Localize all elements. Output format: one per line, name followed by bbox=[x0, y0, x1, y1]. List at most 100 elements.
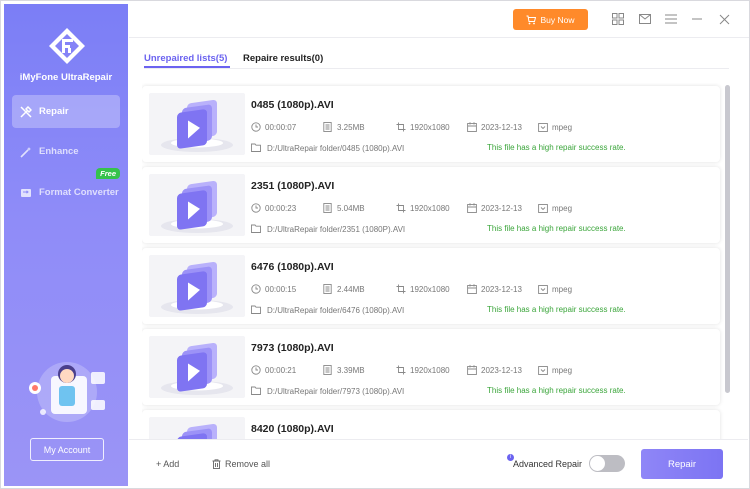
date-meta: 2023-12-13 bbox=[467, 203, 522, 213]
calendar-icon bbox=[467, 284, 477, 294]
calendar-icon bbox=[467, 122, 477, 132]
duration-meta: 00:00:23 bbox=[251, 203, 296, 213]
duration-value: 00:00:23 bbox=[265, 203, 297, 213]
my-account-button[interactable]: My Account bbox=[30, 438, 104, 461]
format-meta: mpeg bbox=[538, 122, 572, 132]
app-logo-icon bbox=[49, 28, 85, 64]
sidebar-item-label: Enhance bbox=[39, 146, 79, 157]
tab-repair-results[interactable]: Repaire results(0) bbox=[243, 53, 323, 64]
file-path: D:/UltraRepair folder/0485 (1080p).AVI bbox=[251, 143, 404, 153]
date-value: 2023-12-13 bbox=[481, 365, 522, 375]
file-name: 8420 (1080p).AVI bbox=[251, 423, 334, 435]
sidebar-item-label: Format Converter bbox=[39, 187, 119, 198]
repair-status: This file has a high repair success rate… bbox=[487, 386, 626, 395]
file-row[interactable]: 2351 (1080P).AVI 00:00:23 5.04MB 1920x1080 2… bbox=[142, 167, 720, 243]
file-path: D:/UltraRepair folder/7973 (1080p).AVI bbox=[251, 386, 404, 396]
size-meta: 3.25MB bbox=[323, 122, 365, 132]
format-value: mpeg bbox=[552, 365, 573, 375]
date-value: 2023-12-13 bbox=[481, 203, 522, 213]
sidebar-item-enhance[interactable]: Enhance bbox=[12, 135, 120, 168]
clock-icon bbox=[251, 122, 261, 132]
buy-now-label: Buy Now bbox=[540, 14, 575, 25]
magic-wand-icon bbox=[19, 145, 33, 159]
folder-icon bbox=[251, 224, 261, 234]
cart-icon bbox=[526, 15, 537, 25]
file-row[interactable]: 8420 (1080p).AVI bbox=[142, 410, 720, 439]
repair-status: This file has a high repair success rate… bbox=[487, 143, 626, 152]
path-value: D:/UltraRepair folder/6476 (1080p).AVI bbox=[267, 305, 405, 315]
sidebar-item-label: Repair bbox=[39, 106, 69, 117]
sidebar-item-repair[interactable]: Repair bbox=[12, 95, 120, 128]
format-icon bbox=[538, 203, 548, 213]
format-meta: mpeg bbox=[538, 203, 572, 213]
date-meta: 2023-12-13 bbox=[467, 365, 522, 375]
advanced-repair-label: Advanced Repair bbox=[513, 459, 583, 469]
converter-icon bbox=[19, 186, 33, 200]
add-label: + Add bbox=[156, 459, 180, 469]
remove-all-button[interactable]: Remove all bbox=[212, 459, 270, 469]
duration-value: 00:00:21 bbox=[265, 365, 297, 375]
repair-tools-icon bbox=[19, 105, 33, 119]
file-row[interactable]: 7973 (1080p).AVI 00:00:21 3.39MB 1920x1080 2… bbox=[142, 329, 720, 405]
resolution-meta: 1920x1080 bbox=[396, 365, 450, 375]
add-button[interactable]: + Add bbox=[156, 459, 179, 469]
calendar-icon bbox=[467, 365, 477, 375]
menu-icon[interactable] bbox=[664, 12, 678, 26]
video-thumbnail-icon bbox=[149, 93, 245, 155]
file-path: D:/UltraRepair folder/6476 (1080p).AVI bbox=[251, 305, 404, 315]
video-thumbnail-icon bbox=[149, 174, 245, 236]
folder-icon bbox=[251, 143, 261, 153]
format-icon bbox=[538, 284, 548, 294]
app-window: iMyFone UltraRepair Repair Enhance Forma… bbox=[0, 0, 750, 489]
resolution-icon bbox=[396, 365, 406, 375]
remove-all-label: Remove all bbox=[225, 459, 271, 469]
file-name: 7973 (1080p).AVI bbox=[251, 342, 334, 354]
resolution-value: 1920x1080 bbox=[410, 365, 450, 375]
repair-status: This file has a high repair success rate… bbox=[487, 305, 626, 314]
duration-meta: 00:00:21 bbox=[251, 365, 296, 375]
mail-icon[interactable] bbox=[638, 12, 652, 26]
advanced-repair-toggle[interactable] bbox=[589, 455, 625, 472]
file-name: 0485 (1080p).AVI bbox=[251, 99, 334, 111]
repair-button[interactable]: Repair bbox=[641, 449, 723, 479]
clock-icon bbox=[251, 365, 261, 375]
size-value: 3.39MB bbox=[337, 365, 365, 375]
path-value: D:/UltraRepair folder/7973 (1080p).AVI bbox=[267, 386, 405, 396]
clock-icon bbox=[251, 284, 261, 294]
file-size-icon bbox=[323, 365, 333, 375]
app-name: iMyFone UltraRepair bbox=[19, 72, 113, 83]
file-path: D:/UltraRepair folder/2351 (1080P).AVI bbox=[251, 224, 405, 234]
minimize-icon[interactable] bbox=[690, 12, 704, 26]
file-row[interactable]: 6476 (1080p).AVI 00:00:15 2.44MB 1920x1080 2… bbox=[142, 248, 720, 324]
active-tab-indicator bbox=[144, 66, 230, 68]
resolution-meta: 1920x1080 bbox=[396, 284, 450, 294]
calendar-icon bbox=[467, 203, 477, 213]
format-value: mpeg bbox=[552, 284, 573, 294]
tab-unrepaired-lists[interactable]: Unrepaired lists(5) bbox=[144, 53, 227, 64]
video-thumbnail-icon bbox=[149, 255, 245, 317]
folder-icon bbox=[251, 386, 261, 396]
free-badge: Free bbox=[96, 168, 120, 179]
resolution-icon bbox=[396, 284, 406, 294]
repair-status: This file has a high repair success rate… bbox=[487, 224, 626, 233]
file-size-icon bbox=[323, 284, 333, 294]
grid-icon[interactable] bbox=[611, 12, 625, 26]
format-value: mpeg bbox=[552, 122, 573, 132]
bottom-bar: + Add Remove all i Advanced Repair Repai… bbox=[129, 439, 748, 488]
list-scrollbar[interactable] bbox=[725, 85, 730, 393]
size-meta: 3.39MB bbox=[323, 365, 365, 375]
sidebar-item-format-converter[interactable]: Format Converter Free bbox=[12, 168, 120, 209]
size-meta: 2.44MB bbox=[323, 284, 365, 294]
video-thumbnail-icon bbox=[149, 417, 245, 439]
resolution-icon bbox=[396, 203, 406, 213]
duration-value: 00:00:07 bbox=[265, 122, 297, 132]
file-row[interactable]: 0485 (1080p).AVI 00:00:07 3.25MB 1920x1080 2… bbox=[142, 86, 720, 162]
format-icon bbox=[538, 365, 548, 375]
buy-now-button[interactable]: Buy Now bbox=[513, 9, 588, 30]
format-value: mpeg bbox=[552, 203, 573, 213]
duration-value: 00:00:15 bbox=[265, 284, 297, 294]
duration-meta: 00:00:07 bbox=[251, 122, 296, 132]
size-value: 3.25MB bbox=[337, 122, 365, 132]
close-icon[interactable] bbox=[717, 12, 731, 26]
file-name: 2351 (1080P).AVI bbox=[251, 180, 335, 192]
